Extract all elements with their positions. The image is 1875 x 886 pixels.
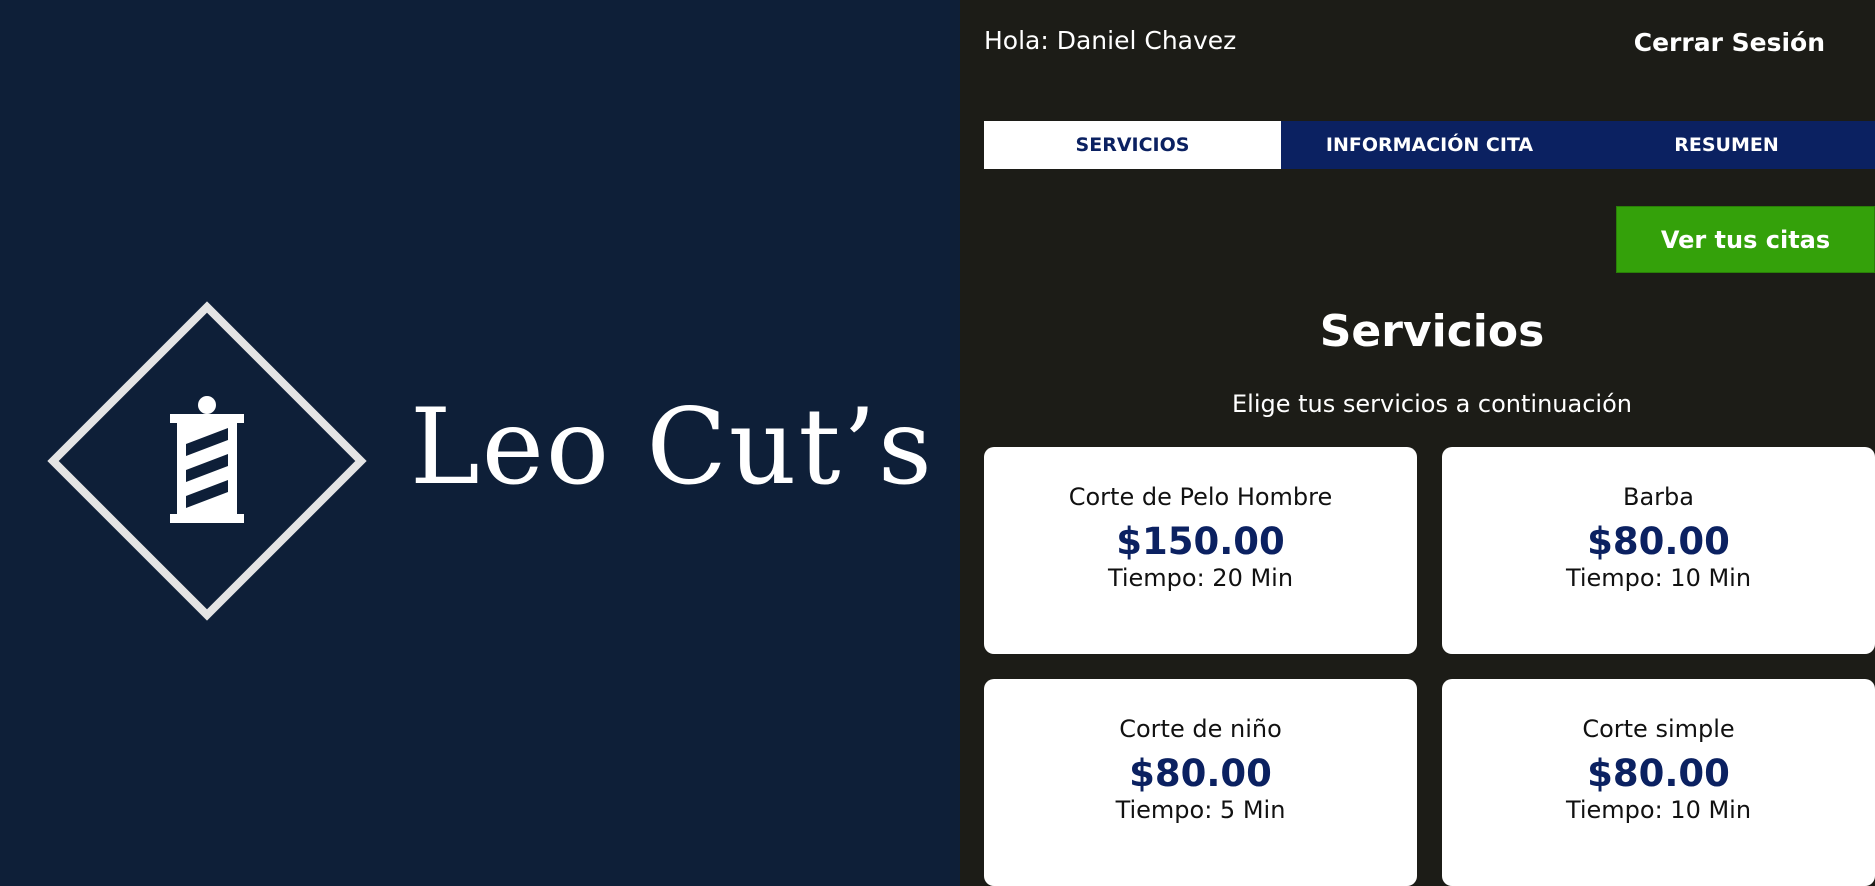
page-subtitle: Elige tus servicios a continuación	[1232, 390, 1632, 418]
page-title: Servicios	[1319, 306, 1545, 357]
view-appointments-button[interactable]: Ver tus citas	[1616, 206, 1875, 273]
service-time: Tiempo: 5 Min	[1115, 795, 1286, 824]
logout-button[interactable]: Cerrar Sesión	[1634, 28, 1825, 57]
service-card[interactable]: Corte de niño $80.00 Tiempo: 5 Min	[984, 679, 1417, 886]
service-name: Barba	[1623, 483, 1694, 511]
brand-name: Leo Cut’s	[410, 386, 934, 508]
page: Leo Cut’s Hola: Daniel Chavez Cerrar Ses…	[0, 0, 1875, 886]
service-price: $80.00	[1587, 752, 1730, 795]
service-card[interactable]: Corte simple $80.00 Tiempo: 10 Min	[1442, 679, 1875, 886]
brand-panel: Leo Cut’s	[0, 0, 960, 886]
service-time: Tiempo: 10 Min	[1565, 563, 1752, 592]
services-list: Corte de Pelo Hombre $150.00 Tiempo: 20 …	[984, 447, 1875, 886]
service-time: Tiempo: 10 Min	[1565, 795, 1752, 824]
tab-summary[interactable]: RESUMEN	[1578, 121, 1875, 169]
service-name: Corte de niño	[1119, 715, 1282, 743]
service-price: $80.00	[1587, 520, 1730, 563]
tab-appointment-info[interactable]: INFORMACIÓN CITA	[1281, 121, 1578, 169]
service-name: Corte de Pelo Hombre	[1068, 483, 1333, 511]
service-card[interactable]: Corte de Pelo Hombre $150.00 Tiempo: 20 …	[984, 447, 1417, 654]
booking-panel: Hola: Daniel Chavez Cerrar Sesión SERVIC…	[960, 0, 1875, 886]
tab-services[interactable]: SERVICIOS	[984, 121, 1281, 169]
step-tabs: SERVICIOS INFORMACIÓN CITA RESUMEN	[984, 121, 1875, 169]
service-card[interactable]: Barba $80.00 Tiempo: 10 Min	[1442, 447, 1875, 654]
service-time: Tiempo: 20 Min	[1107, 563, 1294, 592]
user-greeting: Hola: Daniel Chavez	[984, 26, 1237, 55]
service-price: $80.00	[1129, 752, 1272, 795]
service-name: Corte simple	[1582, 715, 1735, 743]
service-price: $150.00	[1116, 520, 1285, 563]
